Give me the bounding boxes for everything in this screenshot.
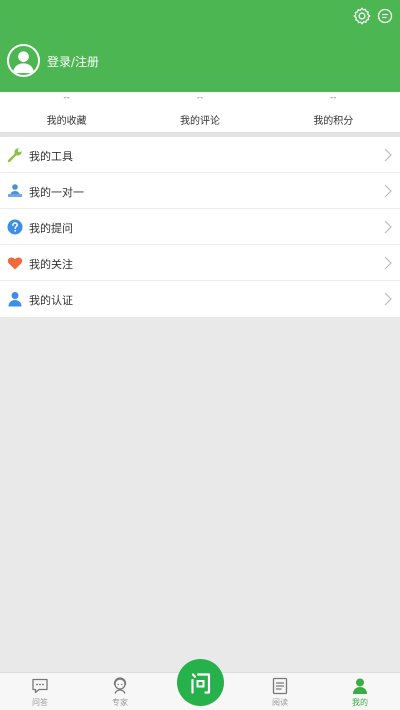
menu-item-label: 我的工具	[29, 150, 73, 163]
stats-bar: -- 我的收藏 -- 我的评论 -- 我的积分	[0, 92, 400, 132]
stat-value: --	[330, 93, 337, 103]
profile-icon	[353, 678, 367, 694]
stat-points[interactable]: -- 我的积分	[267, 92, 400, 132]
heart-icon	[7, 257, 23, 270]
menu-item-questions[interactable]: 我的提问	[0, 209, 400, 245]
profile-header: 登录/注册	[0, 0, 400, 92]
ask-icon	[191, 673, 211, 694]
menu-item-certification[interactable]: 我的认证	[0, 281, 400, 317]
menu-item-tools[interactable]: 我的工具	[0, 137, 400, 173]
tab-experts[interactable]: 专家	[90, 673, 150, 710]
menu-item-follows[interactable]: 我的关注	[0, 245, 400, 281]
chat-icon	[32, 678, 48, 694]
menu-item-label: 我的提问	[29, 222, 73, 235]
chevron-right-icon	[384, 148, 392, 162]
tab-label: 专家	[112, 698, 128, 707]
stat-label: 我的评论	[179, 116, 220, 127]
ask-button[interactable]	[177, 659, 224, 706]
stat-value: --	[196, 93, 204, 103]
wrench-icon	[7, 148, 22, 163]
tab-label: 我的	[352, 698, 368, 707]
menu-item-label: 我的关注	[29, 258, 73, 271]
menu-item-label: 我的一对一	[29, 186, 84, 199]
login-register-link[interactable]: 登录/注册	[47, 53, 99, 70]
stat-value: --	[63, 93, 70, 103]
tab-qa[interactable]: 问答	[10, 673, 70, 710]
settings-icon[interactable]	[352, 6, 372, 26]
document-icon	[272, 677, 288, 695]
message-icon[interactable]	[377, 8, 393, 24]
chevron-right-icon	[384, 220, 392, 234]
stat-comments[interactable]: -- 我的评论	[133, 92, 266, 132]
tab-mine[interactable]: 我的	[330, 673, 390, 710]
stat-label: 我的收藏	[46, 116, 87, 127]
question-icon	[7, 219, 23, 235]
person-desk-icon	[8, 184, 22, 197]
tab-reading[interactable]: 阅读	[250, 673, 310, 710]
user-icon	[8, 292, 22, 307]
avatar[interactable]	[7, 44, 40, 77]
chevron-right-icon	[384, 184, 392, 198]
stat-label: 我的积分	[313, 116, 354, 127]
chevron-right-icon	[384, 256, 392, 270]
menu-item-label: 我的认证	[29, 294, 73, 307]
chevron-right-icon	[384, 292, 392, 306]
expert-icon	[113, 677, 127, 694]
tab-label: 阅读	[272, 698, 288, 707]
tab-label: 问答	[32, 698, 48, 707]
menu-item-one-on-one[interactable]: 我的一对一	[0, 173, 400, 209]
profile-menu: 我的工具 我的一对一 我的提问 我的关注 我的认证	[0, 137, 400, 317]
stat-favorites[interactable]: -- 我的收藏	[0, 92, 133, 132]
avatar-placeholder-icon	[12, 51, 35, 74]
